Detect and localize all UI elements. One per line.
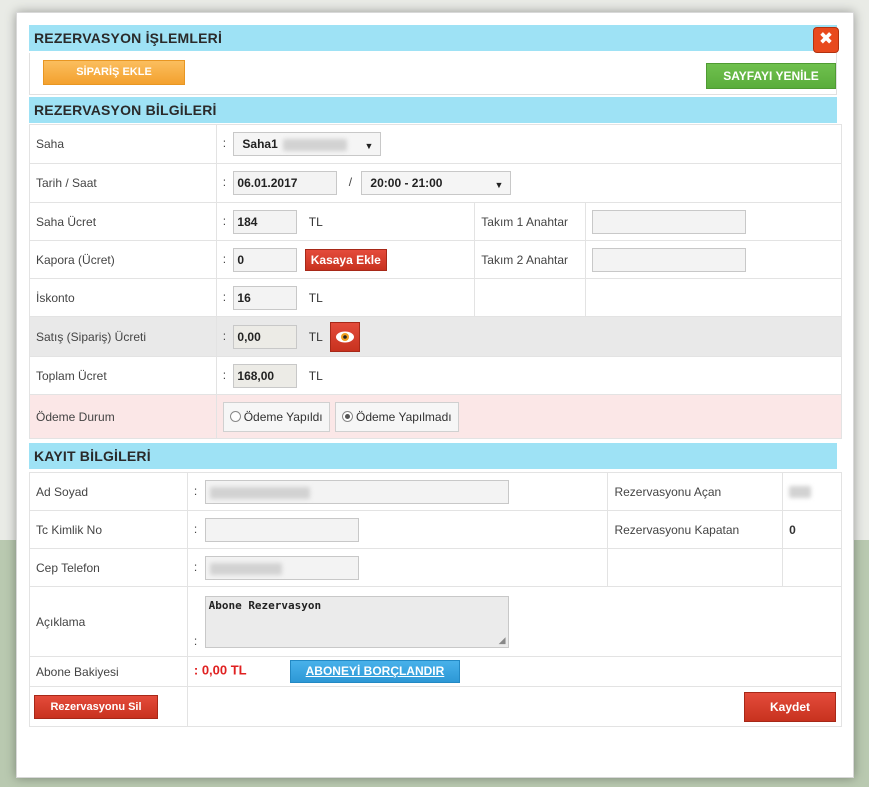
reservation-form: Saha : Saha1 ▼ Tarih / Saat : 06.01.2017… (29, 124, 843, 439)
close-button[interactable]: ✖ (813, 27, 839, 53)
resize-grip-icon[interactable]: ◢ (499, 636, 506, 646)
phone-input[interactable] (204, 555, 359, 580)
chevron-down-icon: ▼ (494, 180, 504, 190)
date-input[interactable]: 06.01.2017 (233, 171, 338, 195)
total-input: 168,00 (233, 363, 298, 388)
field-label: Saha (29, 124, 217, 164)
close-icon: ✖ (818, 29, 834, 49)
chevron-down-icon: ▼ (364, 141, 374, 151)
fee-label: Saha Ücret (29, 202, 217, 241)
team1-key-input[interactable] (592, 209, 747, 234)
name-label: Ad Soyad (29, 472, 188, 511)
add-to-cash-button[interactable]: Kasaya Ekle (304, 248, 387, 271)
deposit-input[interactable]: 0 (233, 247, 298, 272)
payment-unpaid-radio[interactable]: Ödeme Yapılmadı (334, 401, 459, 432)
redacted-text (209, 563, 282, 576)
tc-input[interactable] (204, 517, 359, 542)
team1-key-label: Takım 1 Anahtar (474, 202, 587, 241)
reservation-modal: REZERVASYON İŞLEMLERİ ✖ SİPARİŞ EKLE SAY… (16, 12, 854, 778)
note-label: Açıklama (29, 586, 188, 657)
redacted-text (209, 487, 310, 500)
note-textarea[interactable]: Abone Rezervasyon ◢ (204, 595, 509, 648)
modal-title: REZERVASYON İŞLEMLERİ (29, 25, 837, 51)
team2-key-label: Takım 2 Anahtar (474, 240, 587, 279)
eye-icon (336, 331, 355, 342)
sales-fee-input: 0,00 (233, 324, 298, 349)
payment-label: Ödeme Durum (29, 394, 217, 439)
name-input[interactable] (204, 479, 509, 504)
reservation-section-title: REZERVASYON BİLGİLERİ (29, 97, 837, 123)
radio-checked-icon (341, 410, 353, 422)
view-orders-button[interactable] (330, 321, 361, 352)
closed-by-value: 0 (782, 510, 842, 549)
charge-subscriber-button[interactable]: ABONEYİ BORÇLANDIR (289, 660, 460, 683)
add-order-button[interactable]: SİPARİŞ EKLE (43, 60, 185, 85)
radio-icon (229, 410, 241, 422)
balance-value: : 0,00 TL (193, 662, 247, 678)
time-select[interactable]: 20:00 - 21:00 ▼ (361, 171, 512, 195)
save-button[interactable]: Kaydet (744, 691, 836, 722)
fee-input[interactable]: 184 (233, 209, 298, 234)
deposit-label: Kapora (Ücret) (29, 240, 217, 279)
delete-reservation-button[interactable]: Rezervasyonu Sil (34, 694, 158, 719)
toolbar: SİPARİŞ EKLE SAYFAYI YENİLE (29, 53, 837, 95)
payment-paid-radio[interactable]: Ödeme Yapıldı (222, 401, 330, 432)
opened-by-label: Rezervasyonu Açan (607, 472, 784, 511)
field-select[interactable]: Saha1 ▼ (233, 132, 382, 156)
team2-key-input[interactable] (592, 247, 747, 272)
redacted-text (789, 486, 812, 499)
refresh-page-button[interactable]: SAYFAYI YENİLE (706, 63, 836, 89)
datetime-label: Tarih / Saat (29, 163, 217, 203)
closed-by-label: Rezervasyonu Kapatan (607, 510, 784, 549)
discount-input[interactable]: 16 (233, 285, 298, 310)
record-form: Ad Soyad : Rezervasyonu Açan Tc Kimlik N… (29, 472, 843, 727)
phone-label: Cep Telefon (29, 548, 188, 587)
redacted-text (283, 138, 348, 151)
balance-label: Abone Bakiyesi (29, 656, 188, 687)
discount-label: İskonto (29, 278, 217, 317)
sales-fee-label: Satış (Sipariş) Ücreti (29, 316, 217, 357)
tc-label: Tc Kimlik No (29, 510, 188, 549)
total-label: Toplam Ücret (29, 356, 217, 395)
record-section-title: KAYIT BİLGİLERİ (29, 443, 837, 469)
